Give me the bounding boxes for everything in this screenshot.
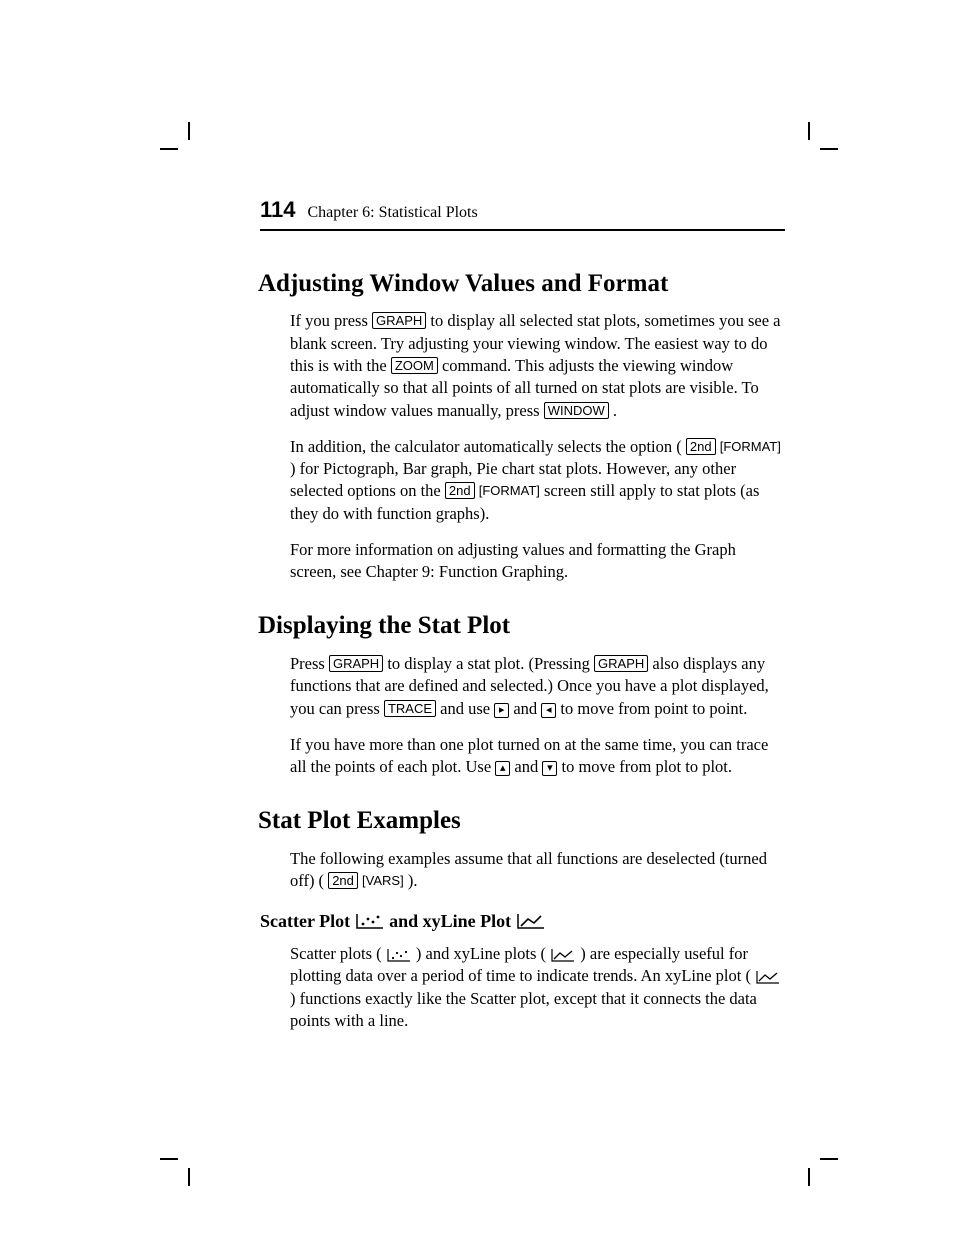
right-arrow-key-icon: ▸ (494, 703, 509, 718)
text: and (514, 757, 542, 776)
crop-mark (188, 122, 190, 140)
second-key-icon: 2nd (445, 482, 475, 499)
running-header: 114 Chapter 6: Statistical Plots (260, 195, 785, 231)
scatter-plot-icon (386, 948, 412, 962)
format-key-label: [FORMAT] (479, 482, 540, 500)
text: ) and xyLine plots ( (416, 944, 546, 963)
text: to move from plot to plot. (562, 757, 733, 776)
scatter-plot-icon (355, 912, 385, 930)
section-heading-adjusting: Adjusting Window Values and Format (258, 267, 785, 301)
text: Press (290, 654, 329, 673)
text: to move from point to point. (560, 699, 747, 718)
page-number: 114 (260, 195, 296, 225)
paragraph: In addition, the calculator automaticall… (290, 436, 785, 525)
paragraph: If you have more than one plot turned on… (290, 734, 785, 779)
second-key-icon: 2nd (328, 872, 358, 889)
vars-key-label: [VARS] (362, 872, 404, 890)
crop-mark (188, 1168, 190, 1186)
section-heading-examples: Stat Plot Examples (258, 804, 785, 838)
text: to display a stat plot. (Pressing (387, 654, 594, 673)
xyline-plot-icon (755, 970, 781, 984)
graph-key-icon: GRAPH (329, 655, 383, 672)
format-key-label: [FORMAT] (720, 438, 781, 456)
graph-key-icon: GRAPH (372, 312, 426, 329)
zoom-key-icon: ZOOM (391, 357, 438, 374)
page-body: 114 Chapter 6: Statistical Plots Adjusti… (260, 195, 785, 1046)
text: If you press (290, 311, 372, 330)
crop-mark (160, 148, 178, 150)
crop-mark (808, 1168, 810, 1186)
paragraph: Press GRAPH to display a stat plot. (Pre… (290, 653, 785, 720)
xyline-plot-icon (516, 912, 546, 930)
trace-key-icon: TRACE (384, 700, 436, 717)
up-arrow-key-icon: ▴ (495, 761, 510, 776)
text: Scatter plots ( (290, 944, 382, 963)
crop-mark (820, 148, 838, 150)
paragraph: If you press GRAPH to display all select… (290, 310, 785, 421)
paragraph: For more information on adjusting values… (290, 539, 785, 584)
crop-mark (808, 122, 810, 140)
text: Scatter Plot (260, 911, 355, 931)
text: and (513, 699, 541, 718)
section-heading-displaying: Displaying the Stat Plot (258, 609, 785, 643)
text: and use (440, 699, 494, 718)
chapter-title: Chapter 6: Statistical Plots (308, 202, 478, 224)
text: ). (408, 871, 418, 890)
graph-key-icon: GRAPH (594, 655, 648, 672)
window-key-icon: WINDOW (544, 402, 609, 419)
text: In addition, the calculator automaticall… (290, 437, 682, 456)
second-key-icon: 2nd (686, 438, 716, 455)
paragraph: The following examples assume that all f… (290, 848, 785, 893)
text: . (613, 401, 617, 420)
text: ) functions exactly like the Scatter plo… (290, 989, 757, 1030)
paragraph: Scatter plots ( ) and xyLine plots ( ) a… (290, 943, 785, 1032)
subsection-heading-scatter: Scatter Plot and xyLine Plot (260, 909, 785, 933)
down-arrow-key-icon: ▾ (542, 761, 557, 776)
crop-mark (820, 1158, 838, 1160)
text: and xyLine Plot (389, 911, 516, 931)
xyline-plot-icon (550, 948, 576, 962)
crop-mark (160, 1158, 178, 1160)
left-arrow-key-icon: ◂ (541, 703, 556, 718)
